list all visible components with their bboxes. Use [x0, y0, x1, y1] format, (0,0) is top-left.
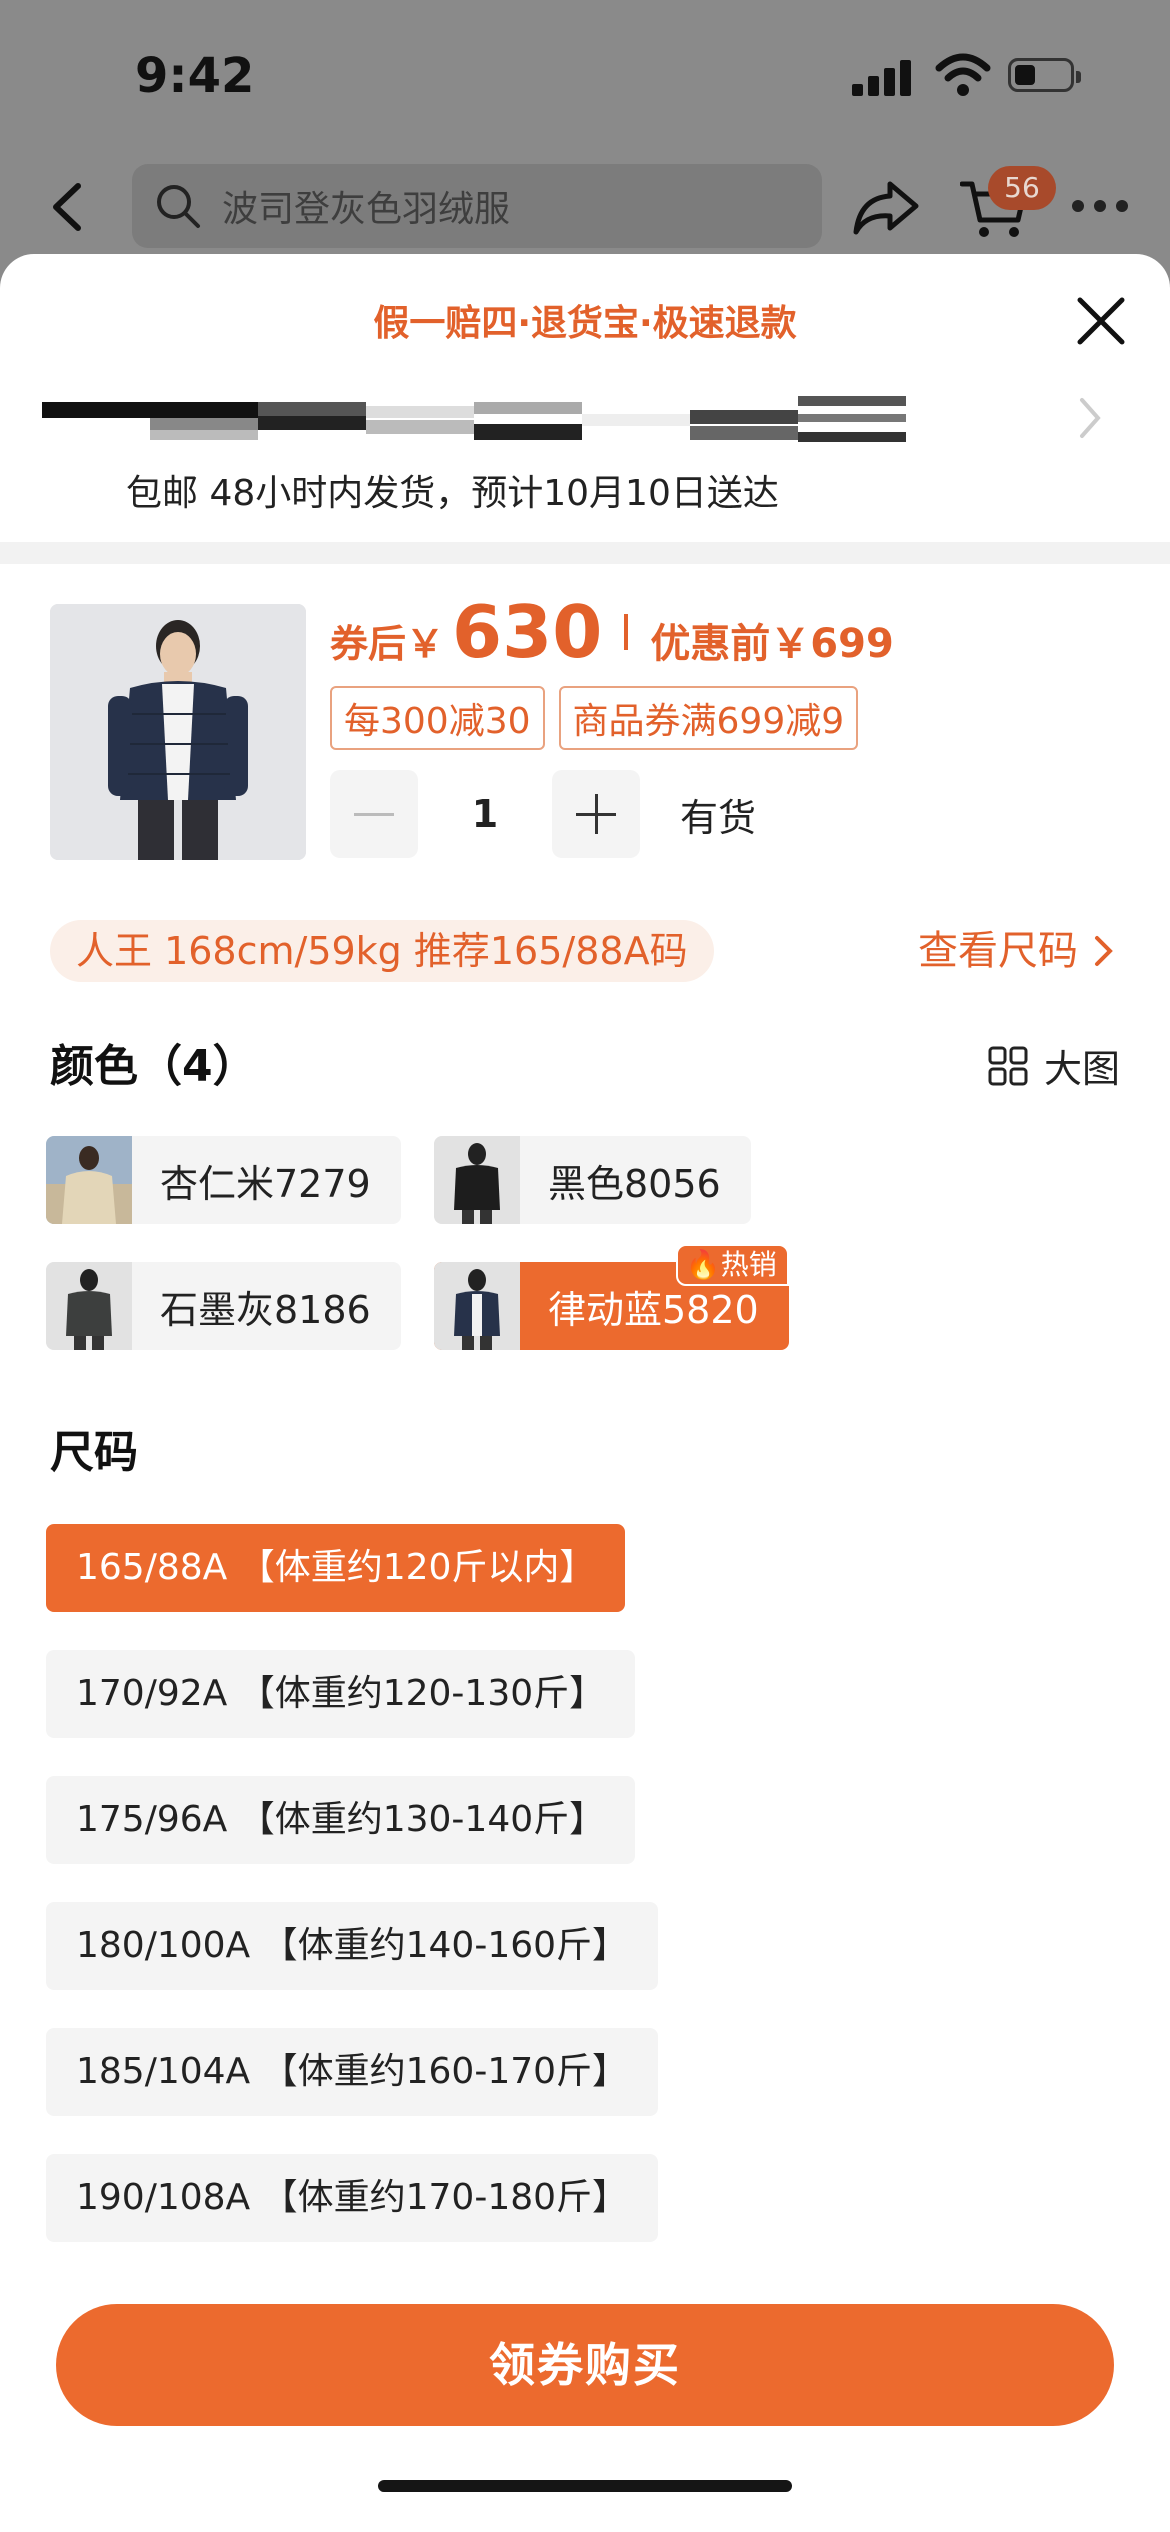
increase-button[interactable]	[552, 770, 640, 858]
size-option[interactable]: 165/88A 【体重约120斤以内】	[46, 1524, 626, 1612]
size-option[interactable]: 180/100A 【体重约140-160斤】	[46, 1902, 659, 1990]
delivery-info: 包邮 48小时内发货，预计10月10日送达	[126, 473, 779, 514]
color-option-label: 石墨灰8186	[160, 1287, 371, 1332]
size-recommendation[interactable]: 人王 168cm/59kg 推荐165/88A码	[50, 920, 714, 982]
big-image-label: 大图	[1043, 1047, 1120, 1091]
home-indicator	[378, 2480, 792, 2492]
product-thumbnail[interactable]	[50, 604, 306, 860]
decrease-button[interactable]	[330, 770, 418, 858]
color-option-almond[interactable]: 杏仁米7279	[46, 1136, 401, 1224]
size-option[interactable]: 190/108A 【体重约170-180斤】	[46, 2154, 659, 2242]
size-section-title: 尺码	[50, 1427, 138, 1478]
color-thumbnail	[46, 1136, 132, 1224]
guarantee-banner: 假一赔四·退货宝·极速退款	[373, 303, 797, 344]
redacted-banner-strip	[42, 396, 910, 442]
price-after-coupon: 630	[452, 590, 603, 674]
size-chart-label: 查看尺码	[918, 928, 1078, 974]
quantity-value[interactable]: 1	[418, 792, 552, 836]
status-time: 9:42	[135, 48, 255, 104]
hot-sale-badge: 🔥热销	[675, 1244, 789, 1286]
coupon-tag: 商品券满699减9	[558, 686, 859, 750]
flame-icon: 🔥	[685, 1248, 721, 1281]
chevron-right-icon[interactable]	[1078, 396, 1104, 440]
share-icon[interactable]	[852, 178, 920, 236]
color-option-label: 律动蓝5820	[548, 1287, 759, 1332]
claim-coupon-buy-button[interactable]: 领券购买	[56, 2304, 1114, 2426]
color-option-black[interactable]: 黑色8056	[434, 1136, 751, 1224]
wifi-icon	[935, 53, 991, 96]
color-thumbnail	[434, 1262, 520, 1350]
color-thumbnail	[434, 1136, 520, 1224]
search-placeholder: 波司登灰色羽绒服	[222, 189, 511, 230]
price-separator	[624, 614, 629, 650]
signal-icon	[852, 58, 914, 96]
size-chart-link[interactable]: 查看尺码	[918, 920, 1114, 982]
coupon-tags: 每300减30 商品券满699减9	[330, 686, 859, 750]
color-option-label: 杏仁米7279	[160, 1161, 371, 1206]
status-bar: 9:42	[0, 0, 1170, 150]
search-icon	[157, 185, 200, 228]
big-image-toggle[interactable]: 大图	[988, 1038, 1120, 1093]
hot-sale-label: 热销	[720, 1248, 777, 1281]
color-option-graphite[interactable]: 石墨灰8186	[46, 1262, 401, 1350]
close-icon[interactable]	[1074, 294, 1128, 348]
chevron-right-icon	[1095, 936, 1113, 966]
color-thumbnail	[46, 1262, 132, 1350]
color-option-rhythm-blue[interactable]: 律动蓝5820 🔥热销	[434, 1244, 789, 1350]
price-before-discount: 优惠前￥699	[650, 621, 894, 667]
more-icon[interactable]	[1072, 200, 1132, 216]
price-row: 券后￥ 630 优惠前￥699	[330, 590, 894, 674]
size-option[interactable]: 175/96A 【体重约130-140斤】	[46, 1776, 636, 1864]
section-divider	[0, 542, 1170, 564]
back-icon[interactable]	[48, 182, 88, 232]
color-section-title: 颜色（4）	[50, 1041, 257, 1092]
size-option[interactable]: 185/104A 【体重约160-170斤】	[46, 2028, 659, 2116]
stock-status: 有货	[680, 795, 757, 840]
sku-selection-sheet: 假一赔四·退货宝·极速退款 包邮 48小时内发货，预计10月10日送达 券后￥ …	[0, 254, 1170, 2532]
color-option-label: 黑色8056	[548, 1161, 721, 1206]
quantity-stepper: 1 有货	[330, 770, 756, 858]
grid-icon	[988, 1046, 1028, 1085]
battery-icon	[1008, 58, 1081, 92]
cart-count-badge: 56	[988, 166, 1056, 210]
coupon-tag: 每300减30	[330, 686, 545, 750]
size-option[interactable]: 170/92A 【体重约120-130斤】	[46, 1650, 636, 1738]
price-prefix: 券后￥	[330, 622, 445, 666]
search-bar[interactable]: 波司登灰色羽绒服	[132, 164, 822, 248]
